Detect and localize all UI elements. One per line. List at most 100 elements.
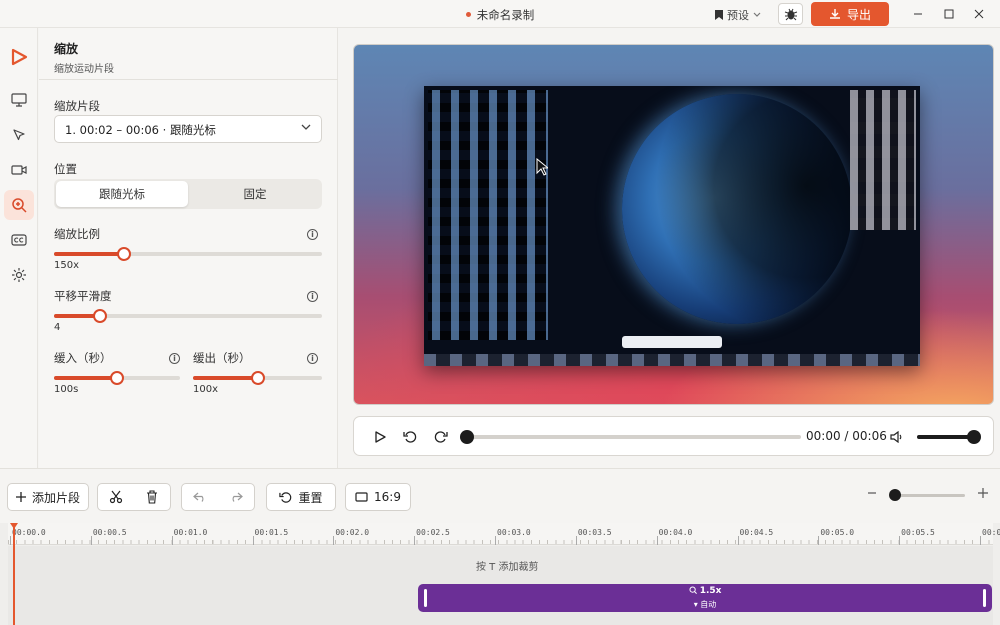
recorded-desktop-frame: [424, 86, 920, 366]
minus-icon: [868, 492, 876, 494]
aspect-ratio-icon: [355, 492, 368, 502]
timeline-zoom-slider[interactable]: [889, 489, 965, 501]
maximize-button[interactable]: [940, 5, 958, 23]
play-button[interactable]: [371, 428, 389, 446]
zoom-in-button[interactable]: [978, 487, 988, 501]
scissors-icon: [109, 490, 123, 504]
info-icon[interactable]: i: [307, 291, 318, 302]
position-follow-cursor[interactable]: 跟随光标: [56, 181, 188, 207]
debug-button[interactable]: [778, 3, 803, 25]
undo-button[interactable]: [182, 484, 218, 510]
logo-play-button[interactable]: [4, 42, 34, 72]
refresh-icon: [434, 431, 448, 443]
player-controls: 00:00 / 00:06: [353, 416, 994, 456]
slider-knob[interactable]: [110, 371, 124, 385]
ruler-tick: [171, 536, 173, 545]
zoom-clip[interactable]: 1.5x ▾ 自动: [418, 584, 992, 612]
timeline-toolbar: 添加片段 重置 16:9: [0, 468, 1000, 523]
timeline-zoom-knob[interactable]: [889, 489, 901, 501]
edit-button-group: [97, 483, 171, 511]
rail-zoom[interactable]: [4, 190, 34, 220]
panel-title: 缩放: [54, 42, 79, 56]
scale-slider[interactable]: [54, 247, 322, 261]
screen-icon: [11, 93, 27, 107]
reset-button[interactable]: 重置: [266, 483, 336, 511]
redo-button[interactable]: [218, 484, 254, 510]
add-clip-button[interactable]: 添加片段: [7, 483, 89, 511]
volume-knob[interactable]: [967, 430, 981, 444]
rail-screen[interactable]: [4, 85, 34, 115]
mouse-cursor-icon: [536, 158, 548, 176]
info-icon[interactable]: i: [307, 353, 318, 364]
rail-captions[interactable]: [4, 225, 34, 255]
seek-bar[interactable]: [460, 430, 801, 444]
ruler-tick-label: 00:06.0: [982, 528, 1000, 537]
rail-camera[interactable]: [4, 155, 34, 185]
desktop-icon-grid: [428, 90, 548, 340]
chevron-down-icon: [301, 124, 311, 130]
caption-icon: [11, 234, 27, 246]
preset-label: 预设: [727, 9, 749, 22]
smooth-value: 4: [54, 322, 61, 333]
fade-in-label: 缓入（秒）: [54, 351, 112, 365]
time-ruler[interactable]: 00:00.0 00:00.5 00:01.0 00:01.5 00:02.0 00:02…: [8, 523, 1000, 545]
ruler-tick-label: 00:01.5: [254, 528, 289, 537]
time-readout: 00:00 / 00:06: [806, 429, 887, 443]
rewind-icon: [403, 431, 417, 443]
ruler-tick-label: 00:00.5: [92, 528, 127, 537]
smooth-slider[interactable]: [54, 309, 322, 323]
slider-knob[interactable]: [250, 371, 265, 385]
info-icon[interactable]: i: [307, 229, 318, 240]
minimize-button[interactable]: [909, 5, 927, 23]
maximize-icon: [944, 9, 954, 19]
position-label: 位置: [54, 162, 77, 176]
zoom-icon: [12, 198, 27, 213]
playhead[interactable]: [10, 523, 18, 625]
unsaved-dot: [465, 12, 471, 17]
ruler-tick-label: 00:03.5: [577, 528, 612, 537]
fade-out-slider[interactable]: [193, 371, 322, 385]
download-icon: [829, 9, 840, 19]
ruler-tick: [495, 536, 496, 545]
volume-button[interactable]: [888, 428, 906, 446]
volume-slider[interactable]: [917, 430, 981, 444]
clip-mode-label: ▾ 自动: [693, 600, 717, 609]
clip-right-handle[interactable]: [983, 589, 986, 607]
ruler-tick-label: 00:04.0: [658, 528, 693, 537]
close-icon: [974, 9, 984, 19]
replay-button[interactable]: [432, 428, 450, 446]
cut-button[interactable]: [98, 484, 134, 510]
bug-icon: [784, 8, 797, 21]
rewind-button[interactable]: [401, 428, 419, 446]
ruler-tick-label: 00:00.0: [12, 528, 46, 537]
zoom-settings-panel: 缩放 缩放运动片段 缩放片段 1. 00:02 – 00:06 · 跟随光标 位…: [39, 28, 338, 468]
ruler-tick-label: 00:03.0: [497, 528, 531, 537]
panel-subtitle: 缩放运动片段: [54, 64, 114, 75]
plus-icon: [15, 492, 26, 502]
segment-dropdown[interactable]: 1. 00:02 – 00:06 · 跟随光标: [54, 115, 322, 143]
info-icon[interactable]: i: [169, 353, 180, 364]
export-button[interactable]: 导出: [811, 2, 889, 26]
cursor-icon: [13, 129, 25, 141]
ruler-tick: [333, 536, 335, 545]
ruler-tick-label: 00:04.5: [739, 528, 774, 537]
fade-in-slider[interactable]: [54, 371, 180, 385]
plus-icon: [978, 488, 988, 498]
rail-cursor[interactable]: [4, 120, 34, 150]
logo-play-icon: [11, 48, 28, 66]
slider-knob[interactable]: [92, 309, 107, 323]
rail-settings[interactable]: [4, 260, 34, 290]
zoom-out-button[interactable]: [867, 487, 877, 501]
delete-button[interactable]: [134, 484, 170, 510]
panel-header: 缩放 缩放运动片段: [39, 28, 338, 80]
slider-knob[interactable]: [116, 247, 131, 261]
play-icon: [375, 431, 386, 443]
zoom-icon: [689, 586, 697, 594]
fade-out-label: 缓出（秒）: [193, 351, 251, 365]
fade-out-value: 100x: [193, 384, 219, 395]
close-button[interactable]: [970, 5, 988, 23]
seek-knob[interactable]: [460, 430, 474, 444]
preset-dropdown[interactable]: 预设: [715, 7, 761, 23]
position-fixed[interactable]: 固定: [190, 181, 320, 207]
aspect-ratio-button[interactable]: 16:9: [345, 483, 411, 511]
